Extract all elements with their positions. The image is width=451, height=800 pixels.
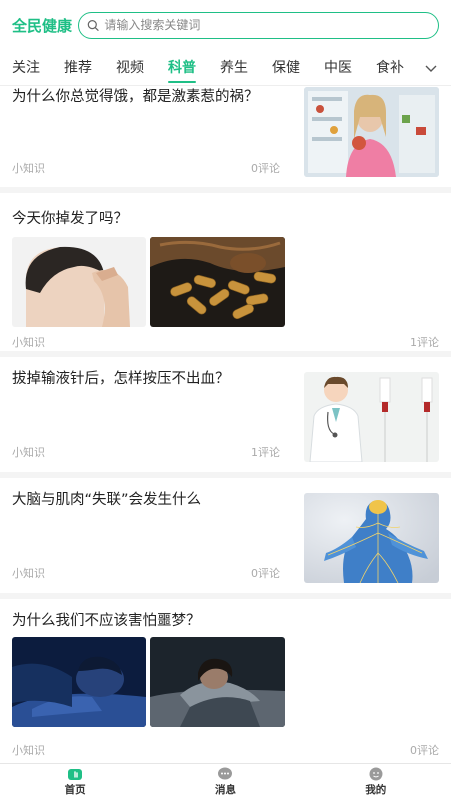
message-icon (218, 767, 233, 780)
more-tabs-button[interactable] (411, 52, 451, 85)
article-tag: 小知识 (12, 446, 45, 459)
tab-recommend[interactable]: 推荐 (52, 52, 104, 85)
search-input[interactable] (104, 18, 438, 32)
article-title: 今天你掉发了吗？ (12, 211, 128, 227)
header: 全民健康 (0, 0, 451, 50)
app-logo: 全民健康 (12, 16, 73, 35)
list-item[interactable]: 拔掉输液针后，怎样按压不出血？ 小知识 1评论 (0, 357, 451, 478)
article-title: 为什么我们不应该害怕噩梦？ (12, 613, 201, 629)
tab-diet[interactable]: 食补 (364, 52, 416, 85)
profile-icon (369, 767, 383, 781)
tab-wellness[interactable]: 养生 (208, 52, 260, 85)
comment-count: 1评论 (251, 446, 280, 459)
home-icon (68, 769, 83, 780)
search-box[interactable] (78, 11, 439, 39)
list-item[interactable]: 今天你掉发了吗？ 小知识 1评论 (0, 193, 451, 357)
category-tabs: 关注 推荐 视频 科普 养生 保健 中医 食补 (0, 52, 451, 86)
article-thumbnail (304, 87, 439, 177)
tab-tcm[interactable]: 中医 (312, 52, 364, 85)
article-tag: 小知识 (12, 567, 45, 580)
article-title: 拔掉输液针后，怎样按压不出血？ (12, 371, 230, 387)
tab-healthcare[interactable]: 保健 (260, 52, 312, 85)
nav-messages[interactable]: 消息 (150, 764, 300, 800)
article-tag: 小知识 (12, 744, 45, 757)
bottom-navigation: 首页 消息 我的 (0, 763, 451, 800)
list-item[interactable]: 为什么我们不应该害怕噩梦？ 小知识 0评论 (0, 599, 451, 763)
tab-follow[interactable]: 关注 (0, 52, 52, 85)
article-thumbnail (304, 372, 439, 462)
search-icon (87, 19, 99, 31)
comment-count: 0评论 (251, 162, 280, 175)
tab-science[interactable]: 科普 (156, 52, 208, 85)
nav-home-label: 首页 (64, 784, 86, 796)
nav-messages-label: 消息 (214, 784, 236, 796)
article-thumbnail (150, 637, 285, 727)
tab-video[interactable]: 视频 (104, 52, 156, 85)
article-title: 大脑与肌肉“失联”会发生什么 (12, 492, 202, 508)
article-title: 为什么你总觉得饿，都是激素惹的祸？ (12, 89, 259, 105)
list-item[interactable]: 为什么你总觉得饿，都是激素惹的祸？ 小知识 0评论 (0, 87, 451, 193)
chevron-down-icon (425, 65, 437, 72)
article-tag: 小知识 (12, 336, 45, 349)
article-thumbnail (12, 237, 146, 327)
article-thumbnail (150, 237, 285, 327)
comment-count: 0评论 (251, 567, 280, 580)
comment-count: 0评论 (410, 744, 439, 757)
comment-count: 1评论 (410, 336, 439, 349)
nav-profile[interactable]: 我的 (301, 764, 451, 800)
article-thumbnail (12, 637, 146, 727)
nav-home[interactable]: 首页 (0, 764, 150, 800)
article-feed: 为什么你总觉得饿，都是激素惹的祸？ 小知识 0评论 今天你掉发了吗？ 小知识 1… (0, 87, 451, 763)
nav-profile-label: 我的 (365, 784, 387, 796)
list-item[interactable]: 大脑与肌肉“失联”会发生什么 小知识 0评论 (0, 478, 451, 599)
article-tag: 小知识 (12, 162, 45, 175)
article-thumbnail (304, 493, 439, 583)
